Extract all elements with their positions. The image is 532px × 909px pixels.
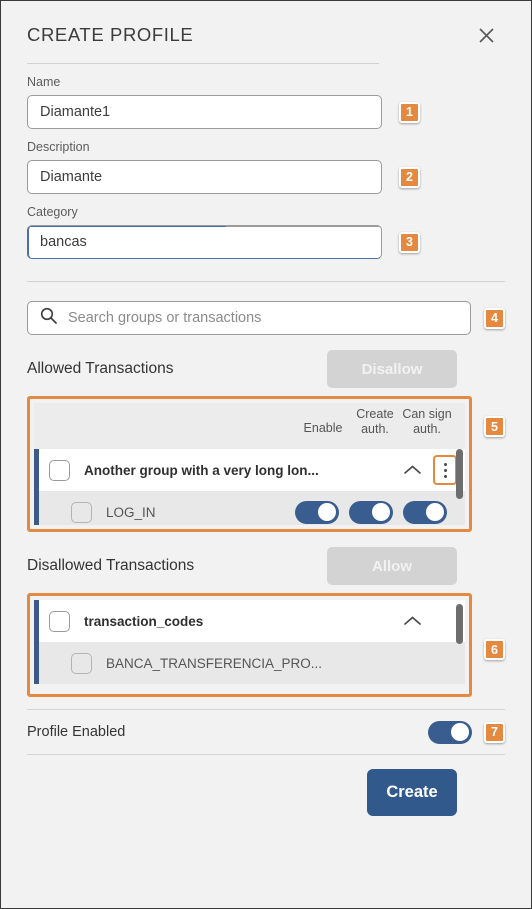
disallowed-list: transaction_codes BANCA_TRANSFERENCIA_PR… [34,600,465,690]
name-label: Name [27,75,61,89]
category-label: Category [27,205,78,219]
create-profile-dialog: CREATE PROFILE Name 1 Description 2 Cate… [1,1,531,908]
search-box[interactable] [27,301,471,335]
search-icon [40,307,57,329]
transaction-name: LOG_IN [106,504,156,520]
kebab-menu-icon[interactable] [433,455,457,485]
scrollbar-thumb[interactable] [456,604,463,644]
create-row: Create [27,769,505,816]
field-description: Description 2 [27,140,505,194]
table-row[interactable]: transaction_codes [34,600,465,642]
allowed-title: Allowed Transactions [27,360,174,377]
profile-enabled-toggle[interactable] [428,720,472,744]
transaction-checkbox[interactable] [71,501,92,523]
page-title: CREATE PROFILE [27,24,194,45]
footer-divider-bottom [27,754,505,755]
group-name: transaction_codes [84,613,204,629]
toggle-enable[interactable] [295,500,339,524]
badge-6: 6 [484,639,505,660]
table-row[interactable]: BANCA_TRANSFERENCIA_PRO... [34,642,465,684]
table-row[interactable]: LOG_IN [34,491,465,525]
badge-2: 2 [399,166,420,188]
close-icon[interactable] [471,20,501,50]
profile-enabled-label: Profile Enabled [27,724,126,740]
column-create-auth: Create auth. [356,407,394,436]
disallowed-title: Disallowed Transactions [27,557,195,574]
search-input[interactable] [68,310,458,326]
header-divider [27,63,379,64]
field-name: Name 1 [27,75,505,129]
column-can-sign-auth: Can sign auth. [402,407,452,436]
allowed-list: Enable Create auth. Can sign auth. Anoth… [34,403,465,525]
disallow-button[interactable]: Disallow [327,350,457,388]
table-row[interactable]: Another group with a very long lon... [34,449,465,491]
disallowed-panel-outline: transaction_codes BANCA_TRANSFERENCIA_PR… [27,593,472,697]
allowed-list-header: Enable Create auth. Can sign auth. [34,403,465,449]
toggle-can-sign-auth[interactable] [403,500,447,524]
search-row: 4 [27,301,505,335]
scrollbar-thumb[interactable] [456,449,463,499]
transaction-checkbox[interactable] [71,652,92,674]
field-category: Category 3 [27,205,505,259]
section-divider [27,281,505,282]
category-input[interactable] [27,225,382,259]
chevron-up-icon[interactable] [399,457,425,483]
description-label: Description [27,140,90,154]
badge-3: 3 [399,231,420,253]
description-input[interactable] [27,160,382,194]
create-button[interactable]: Create [367,769,457,816]
chevron-up-icon[interactable] [399,608,425,634]
column-enable: Enable [303,421,343,435]
group-checkbox[interactable] [49,610,70,632]
badge-4: 4 [484,307,505,329]
name-input[interactable] [27,95,382,129]
dialog-header: CREATE PROFILE [27,1,505,53]
badge-5: 5 [484,416,505,437]
badge-7: 7 [484,721,505,743]
allowed-panel-outline: Enable Create auth. Can sign auth. Anoth… [27,396,472,532]
allowed-section-header: Allowed Transactions Disallow [27,350,505,388]
transaction-name: BANCA_TRANSFERENCIA_PRO... [106,655,323,671]
badge-1: 1 [399,101,420,123]
disallowed-section-header: Disallowed Transactions Allow [27,547,505,585]
toggle-create-auth[interactable] [349,500,393,524]
group-checkbox[interactable] [49,459,70,481]
allowed-panel-row: Enable Create auth. Can sign auth. Anoth… [27,396,505,532]
disallowed-panel-row: transaction_codes BANCA_TRANSFERENCIA_PR… [27,593,505,697]
allow-button[interactable]: Allow [327,547,457,585]
transaction-toggles [295,500,457,524]
profile-enabled-row: Profile Enabled 7 [27,710,505,754]
group-name: Another group with a very long lon... [84,462,319,478]
